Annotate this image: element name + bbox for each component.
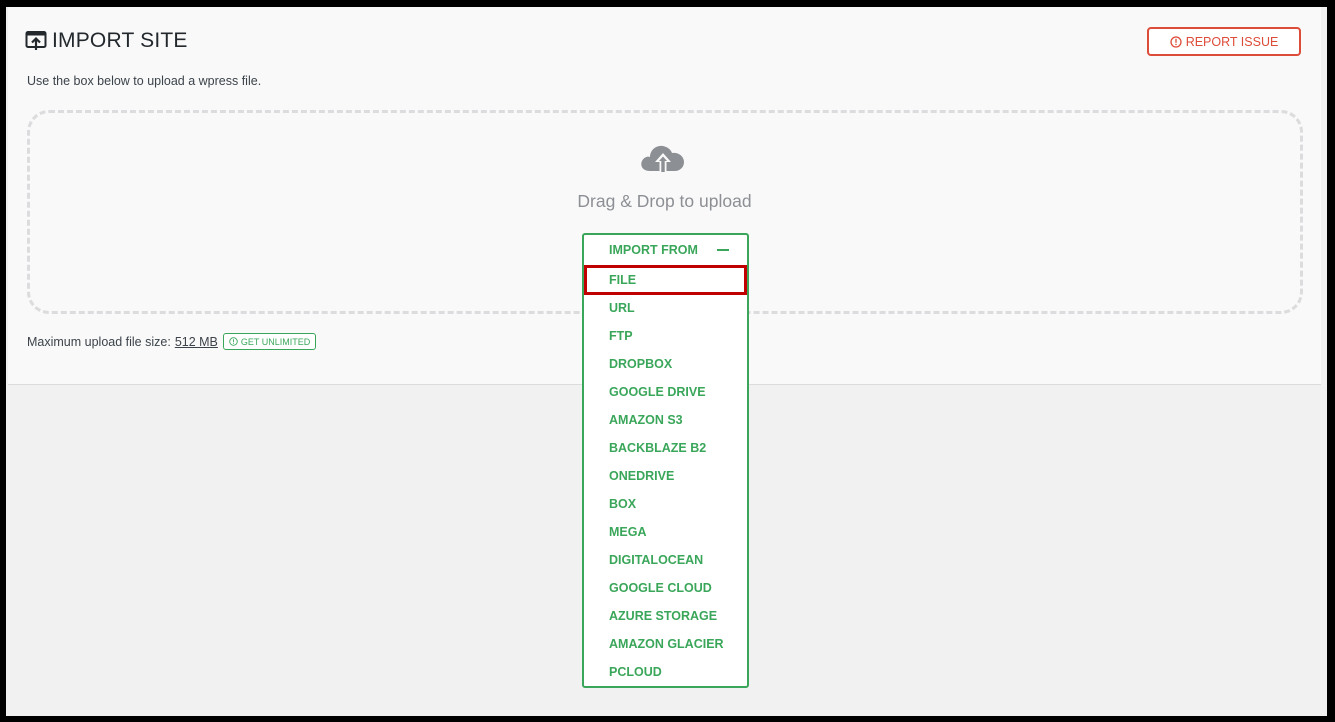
upload-description: Use the box below to upload a wpress fil…: [27, 74, 262, 88]
alert-circle-icon: [1170, 35, 1182, 48]
collapse-minus-icon: [716, 249, 729, 251]
import-site-icon: [25, 31, 47, 50]
import-option-amazon-s3[interactable]: AMAZON S3: [609, 413, 683, 427]
import-option-dropbox[interactable]: DROPBOX: [609, 357, 672, 371]
import-option-url[interactable]: URL: [609, 301, 635, 315]
import-option-azure-storage[interactable]: AZURE STORAGE: [609, 609, 717, 623]
upload-limit-row: Maximum upload file size: 512 MB GET UNL…: [27, 333, 317, 350]
import-option-google-cloud[interactable]: GOOGLE CLOUD: [609, 581, 712, 595]
import-from-toggle[interactable]: IMPORT FROM: [609, 243, 729, 257]
import-option-backblaze-b2[interactable]: BACKBLAZE B2: [609, 441, 706, 455]
get-unlimited-label: GET UNLIMITED: [240, 336, 311, 347]
import-option-pcloud[interactable]: PCLOUD: [609, 665, 662, 679]
import-option-google-drive[interactable]: GOOGLE DRIVE: [609, 385, 706, 399]
report-issue-button[interactable]: REPORT ISSUE: [1147, 27, 1301, 56]
import-option-ftp[interactable]: FTP: [609, 329, 633, 343]
report-issue-label: REPORT ISSUE: [1185, 34, 1279, 49]
import-option-onedrive[interactable]: ONEDRIVE: [609, 469, 674, 483]
import-option-digitalocean[interactable]: DIGITALOCEAN: [609, 553, 703, 567]
page-header: IMPORT SITE: [25, 29, 188, 53]
upload-limit-size: 512 MB: [174, 334, 218, 349]
import-option-amazon-glacier[interactable]: AMAZON GLACIER: [609, 637, 724, 651]
import-option-file[interactable]: FILE: [609, 273, 636, 287]
page-title: IMPORT SITE: [52, 29, 188, 52]
import-from-label: IMPORT FROM: [609, 243, 698, 257]
get-unlimited-button[interactable]: GET UNLIMITED: [222, 333, 317, 350]
drag-drop-text: Drag & Drop to upload: [577, 191, 752, 211]
info-circle-icon: [229, 337, 238, 346]
import-panel: IMPORT SITE REPORT ISSUE Use the box bel…: [8, 7, 1321, 688]
cloud-upload-icon: [641, 145, 684, 174]
import-option-box[interactable]: BOX: [609, 497, 636, 511]
screenshot-frame: IMPORT SITE REPORT ISSUE Use the box bel…: [0, 0, 1335, 722]
import-from-dropdown: IMPORT FROM FILE URL FTP DROPBOX GOOGLE …: [582, 233, 749, 688]
upload-limit-label: Maximum upload file size:: [27, 334, 171, 349]
import-option-mega[interactable]: MEGA: [609, 525, 647, 539]
